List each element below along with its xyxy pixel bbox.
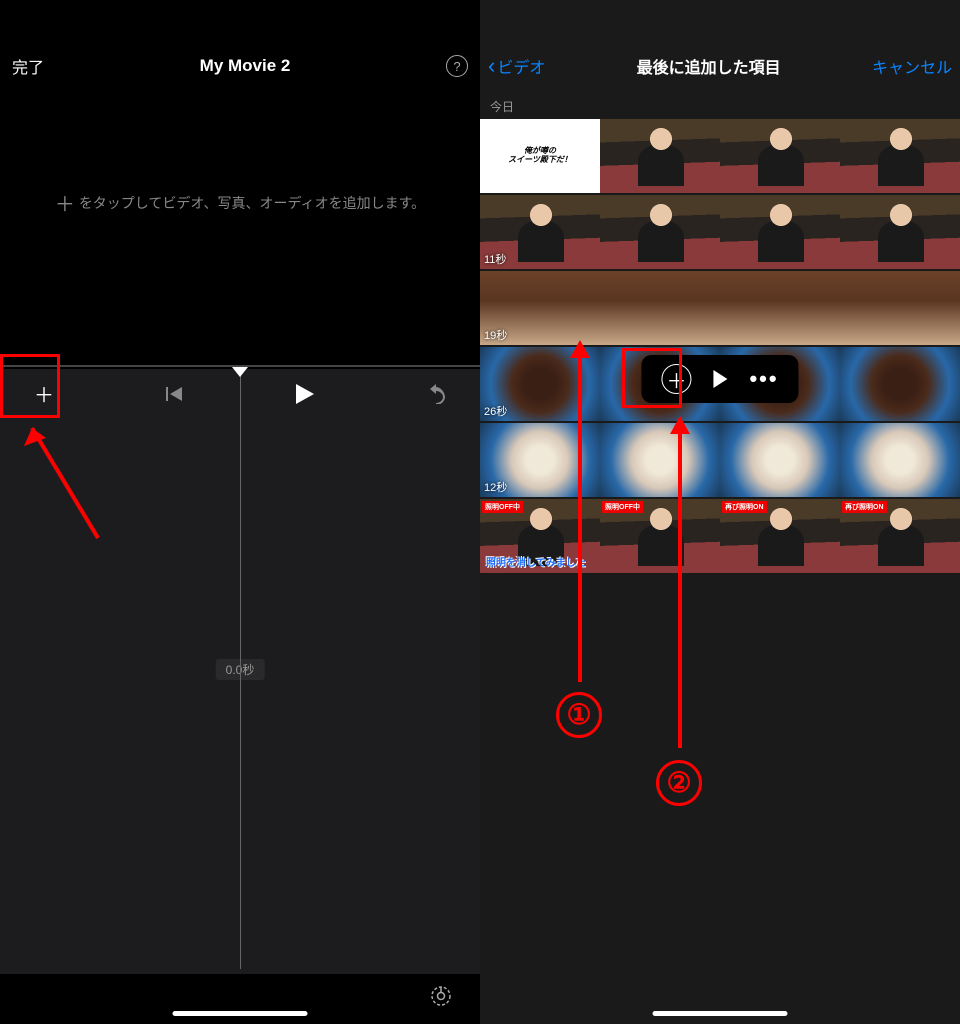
media-thumb[interactable]: [600, 195, 720, 269]
add-media-button[interactable]: ＋: [24, 374, 64, 414]
picker-header: ‹ ビデオ 最後に追加した項目 キャンセル: [480, 44, 960, 88]
media-thumb[interactable]: [720, 119, 840, 193]
editor-header: 完了 My Movie 2 ?: [0, 44, 480, 88]
rewind-icon: [166, 387, 184, 401]
insert-clip-button[interactable]: ＋: [661, 364, 691, 394]
media-thumb[interactable]: [720, 423, 840, 497]
more-options-button[interactable]: •••: [749, 366, 778, 392]
chevron-left-icon: ‹: [488, 53, 495, 79]
done-button[interactable]: 完了: [12, 54, 44, 78]
media-thumb[interactable]: 再び照明ON: [720, 499, 840, 573]
media-thumb[interactable]: [840, 347, 960, 421]
cancel-button[interactable]: キャンセル: [872, 54, 952, 78]
hint-text: をタップしてビデオ、写真、オーディオを追加します。: [79, 193, 425, 213]
media-row[interactable]: 俺が噂の スイーツ殿下だ！: [480, 119, 960, 193]
media-thumb[interactable]: [840, 271, 960, 345]
back-button[interactable]: ‹ ビデオ: [488, 53, 545, 79]
section-header-today: 今日: [480, 94, 960, 119]
media-thumb[interactable]: 俺が噂の スイーツ殿下だ！: [480, 119, 600, 193]
settings-button[interactable]: [430, 985, 452, 1013]
media-grid: 俺が噂の スイーツ殿下だ！ 11秒 19秒: [480, 119, 960, 573]
media-row[interactable]: 11秒: [480, 195, 960, 269]
media-thumb[interactable]: 照明OFF中: [600, 499, 720, 573]
media-thumb[interactable]: [720, 195, 840, 269]
media-row[interactable]: 照明OFF中 照明OFF中 再び照明ON 再び照明ON 照明を消してみました: [480, 499, 960, 573]
media-row-selected[interactable]: 19秒: [480, 271, 960, 345]
project-title: My Movie 2: [200, 56, 291, 76]
undo-button[interactable]: [416, 374, 456, 414]
help-button[interactable]: ?: [446, 55, 468, 77]
gear-icon: [430, 985, 452, 1007]
overlay-caption: 照明を消してみました: [486, 554, 586, 569]
media-thumb[interactable]: 再び照明ON: [840, 499, 960, 573]
bottom-toolbar: [0, 974, 480, 1024]
media-thumb[interactable]: [600, 271, 720, 345]
picker-title: 最後に追加した項目: [637, 54, 781, 78]
empty-hint: ＋ をタップしてビデオ、写真、オーディオを追加します。: [0, 188, 480, 217]
home-indicator: [173, 1011, 308, 1016]
media-picker-pane: ‹ ビデオ 最後に追加した項目 キャンセル 今日 俺が噂の スイーツ殿下だ！ 1…: [480, 0, 960, 1024]
media-thumb[interactable]: [840, 119, 960, 193]
media-thumb[interactable]: [600, 119, 720, 193]
selection-action-bar: ＋ •••: [641, 355, 798, 403]
plus-icon: ＋: [55, 188, 75, 217]
rewind-button[interactable]: [155, 374, 195, 414]
home-indicator: [653, 1011, 788, 1016]
clip-duration: 19秒: [484, 327, 507, 343]
preview-clip-button[interactable]: [713, 370, 727, 388]
play-icon: [296, 384, 314, 404]
media-row[interactable]: 12秒: [480, 423, 960, 497]
clip-duration: 12秒: [484, 479, 507, 495]
preview-area: 完了 My Movie 2 ? ＋ をタップしてビデオ、写真、オーディオを追加し…: [0, 0, 480, 365]
playhead-line: [240, 374, 241, 969]
undo-icon: [425, 384, 447, 404]
clip-duration: 11秒: [484, 251, 506, 267]
media-thumb[interactable]: [840, 195, 960, 269]
play-button[interactable]: [285, 374, 325, 414]
media-thumb[interactable]: [720, 271, 840, 345]
back-label: ビデオ: [497, 54, 545, 78]
clip-duration: 26秒: [484, 403, 507, 419]
media-thumb[interactable]: [840, 423, 960, 497]
playhead-indicator: [232, 367, 248, 377]
editor-pane: 完了 My Movie 2 ? ＋ をタップしてビデオ、写真、オーディオを追加し…: [0, 0, 480, 1024]
media-thumb[interactable]: [600, 423, 720, 497]
